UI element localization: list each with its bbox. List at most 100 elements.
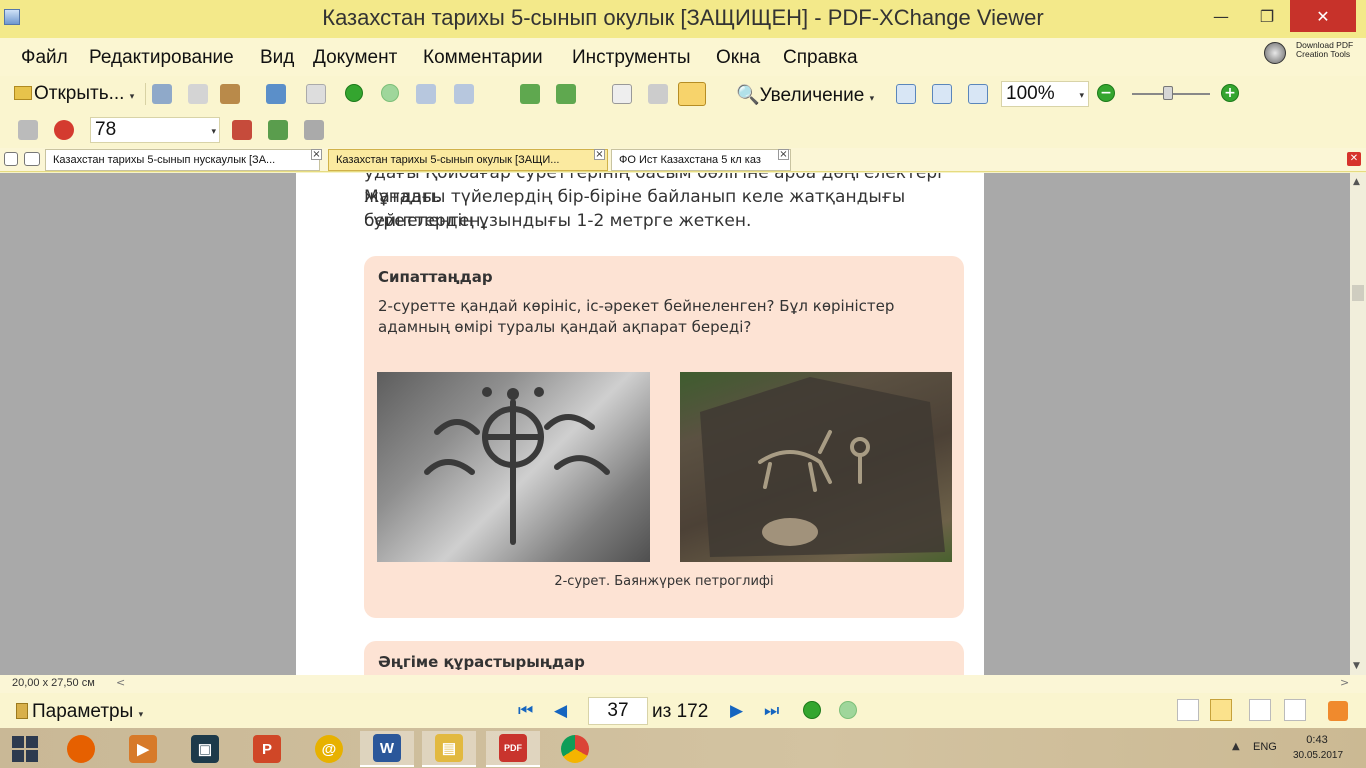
taskbar-mail[interactable]: @ [302,731,356,767]
first-page-icon[interactable]: ⏮ [518,701,533,721]
zoom-tool-button[interactable]: 🔍Увеличение ▾ [736,83,874,107]
taskbar-media[interactable]: ▶ [116,731,170,767]
fit-page-icon[interactable] [932,84,952,104]
petroglyph-photo-2 [680,372,952,562]
powerpoint-icon: P [253,735,281,763]
clock-date[interactable]: 30.05.2017 [1290,750,1346,761]
clock-time[interactable]: 0:43 [1294,734,1340,746]
pdf-viewer-icon: PDF [499,734,527,762]
close-tab-icon[interactable]: × [594,149,605,160]
spellcheck-icon[interactable] [54,120,74,140]
zoom-input[interactable]: 100% ▾ [1001,81,1089,107]
save-icon[interactable] [152,84,172,104]
input-language[interactable]: ENG [1253,741,1277,753]
zoom-value: 100% [1006,83,1055,104]
windows-logo-icon [26,736,38,748]
zoom-tool-caret[interactable]: ▾ [870,93,875,103]
hand-tool-icon[interactable] [612,84,632,104]
back-view-icon[interactable] [803,701,821,719]
undo-icon[interactable] [416,84,436,104]
document-viewport[interactable]: удағы Қойбағар суреттерінің басым бөлігі… [0,173,1350,675]
replace-icon[interactable] [268,120,288,140]
start-button[interactable] [12,736,38,762]
select-text-icon[interactable] [678,82,706,106]
menu-edit[interactable]: Редактирование [89,47,234,69]
single-page-view-icon[interactable] [1177,699,1199,721]
scroll-down-icon[interactable]: ▼ [1353,661,1360,671]
facing-view-icon[interactable] [1249,699,1271,721]
zoom-out-icon[interactable]: − [1097,84,1115,102]
scroll-right-icon[interactable]: > [1340,676,1349,689]
flag-icon [16,703,28,719]
menu-view[interactable]: Вид [260,47,294,69]
close-all-tabs-icon[interactable]: ✕ [1347,152,1361,166]
thumbnails-icon[interactable] [4,152,18,166]
taskbar-firefox[interactable] [54,731,108,767]
taskbar-video-editor[interactable]: ▣ [178,731,232,767]
parameters-button[interactable]: Параметры ▾ [16,701,143,723]
highlight-icon[interactable] [232,120,252,140]
parameters-caret[interactable]: ▾ [139,709,144,719]
tab-uchebnik-okulyk[interactable]: Казахстан тарихы 5-сынып окулык [ЗАЩИ... [328,149,608,171]
tray-show-hidden-icon[interactable]: ▲ [1232,741,1240,752]
redo-icon[interactable] [454,84,474,104]
scroll-up-icon[interactable]: ▲ [1353,177,1360,187]
fit-width-icon[interactable] [968,84,988,104]
view-options-icon[interactable] [1328,701,1348,721]
glasses-icon[interactable] [18,120,38,140]
menu-help[interactable]: Справка [783,47,858,69]
menu-tools[interactable]: Инструменты [572,47,690,69]
ocr-icon[interactable] [306,84,326,104]
continuous-view-icon[interactable] [1210,699,1232,721]
scanner-icon[interactable] [266,84,286,104]
sort-tabs-icon[interactable] [24,152,40,166]
taskbar-powerpoint[interactable]: P [240,731,294,767]
scroll-left-icon[interactable]: < [116,676,125,689]
actual-size-icon[interactable] [896,84,916,104]
value-input[interactable]: 78 ▾ [90,117,220,143]
close-button[interactable]: ✕ [1290,0,1356,32]
zoom-dropdown-caret[interactable]: ▾ [1079,90,1084,101]
taskbar-word[interactable]: W [360,731,414,767]
menu-windows[interactable]: Окна [716,47,760,69]
title-bar: Казахстан тарихы 5-сынып окулык [ЗАЩИЩЕН… [0,0,1366,38]
previous-page-icon[interactable]: ◀ [554,701,567,721]
rotate-left-icon[interactable] [520,84,540,104]
stamp-icon[interactable] [304,120,324,140]
next-page-icon[interactable]: ▶ [730,701,743,721]
minimize-button[interactable]: — [1198,0,1244,32]
menu-document[interactable]: Документ [313,47,397,69]
back-icon[interactable] [345,84,363,102]
taskbar-explorer[interactable]: ▤ [422,731,476,767]
close-tab-icon[interactable]: × [778,149,789,160]
open-dropdown-caret[interactable]: ▾ [130,91,135,101]
windows-logo-icon [12,750,24,762]
menu-comments[interactable]: Комментарии [423,47,543,69]
download-pdf-button[interactable]: Download PDF Creation Tools [1262,40,1362,66]
forward-view-icon[interactable] [839,701,857,719]
close-tab-icon[interactable]: × [311,149,322,160]
package-icon[interactable] [220,84,240,104]
zoom-in-icon[interactable]: + [1221,84,1239,102]
forward-icon[interactable] [381,84,399,102]
taskbar-pdf-viewer[interactable]: PDF [486,731,540,767]
menu-file[interactable]: Файл [21,47,68,69]
secondary-toolbar: 78 ▾ [0,112,1366,148]
download-pdf-label: Download PDF Creation Tools [1296,40,1354,59]
vertical-scrollbar[interactable]: ▲ ▼ [1350,173,1366,675]
value-dropdown-caret[interactable]: ▾ [211,126,216,137]
tab-fo-ist-kazakhstana[interactable]: ФО Ист Казахстана 5 кл каз [611,149,791,171]
continuous-facing-view-icon[interactable] [1284,699,1306,721]
scroll-thumb[interactable] [1352,285,1364,301]
zoom-slider-thumb[interactable] [1163,86,1173,100]
open-button[interactable]: Открыть... ▾ [14,83,134,105]
tab-uchebnik-nuskaulyk[interactable]: Казахстан тарихы 5-сынып нускаулык [ЗА..… [45,149,320,171]
taskbar-chrome[interactable] [548,731,602,767]
maximize-button[interactable]: ❐ [1244,0,1290,32]
page-number-input[interactable]: 37 [588,697,648,725]
navigation-bar: Параметры ▾ ⏮ ◀ 37 из 172 ▶ ⏭ [0,693,1366,728]
last-page-icon[interactable]: ⏭ [764,701,779,721]
rotate-right-icon[interactable] [556,84,576,104]
print-icon[interactable] [188,84,208,104]
snapshot-icon[interactable] [648,84,668,104]
